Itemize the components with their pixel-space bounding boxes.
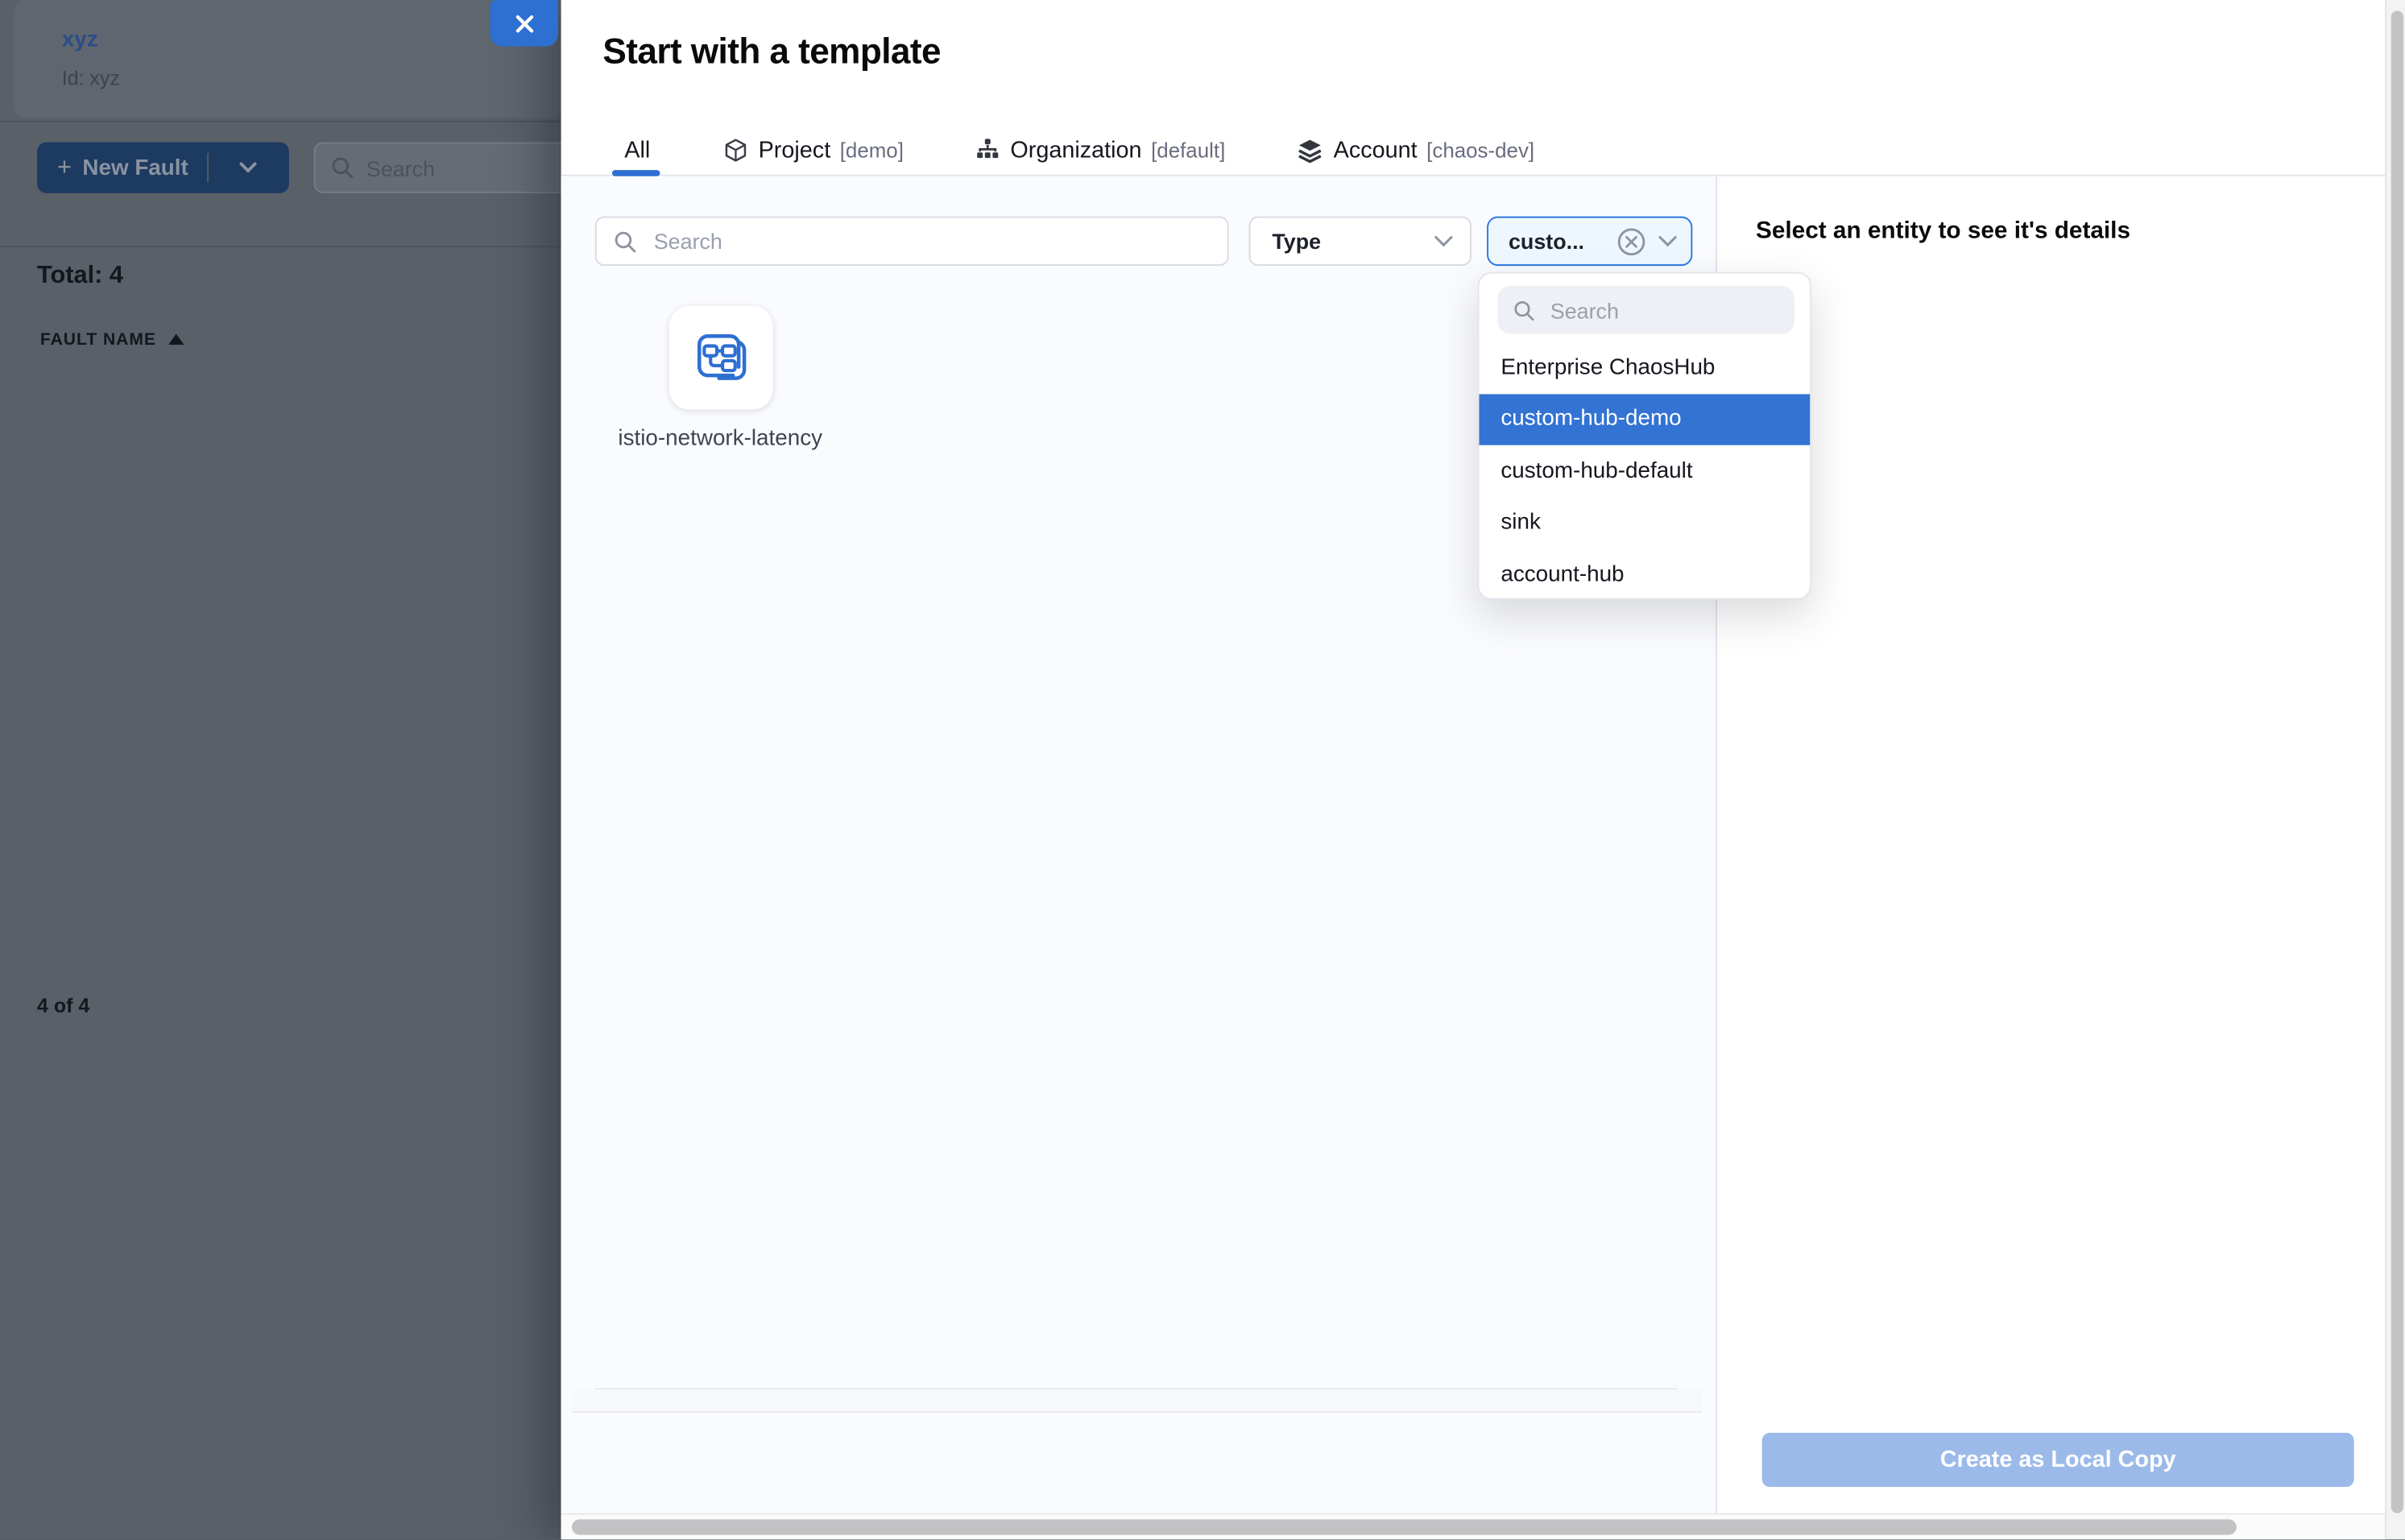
- dropdown-option[interactable]: custom-hub-default: [1480, 445, 1812, 497]
- dropdown-option-selected[interactable]: custom-hub-demo: [1480, 393, 1812, 445]
- start-with-template-modal: Start with a template All Project [demo]…: [561, 0, 2385, 1539]
- cube-icon: [722, 137, 747, 164]
- new-fault-button[interactable]: + New Fault: [37, 143, 289, 193]
- tab-label: Project: [759, 137, 831, 164]
- details-empty-message: Select an entity to see it's details: [1756, 218, 2130, 246]
- close-modal-button[interactable]: [490, 0, 557, 47]
- clear-filter-icon[interactable]: [1616, 226, 1645, 255]
- type-filter-label: Type: [1272, 229, 1321, 254]
- chaoshub-dropdown-menu: Enterprise ChaosHub custom-hub-demo cust…: [1478, 272, 1812, 600]
- scope-tabs: All Project [demo] Organization [default…: [624, 130, 1534, 170]
- fault-row[interactable]: xyz Id: xyz: [14, 0, 564, 118]
- layers-icon: [1297, 137, 1323, 164]
- new-fault-label: New Fault: [82, 155, 188, 180]
- org-hierarchy-icon: [975, 138, 1000, 163]
- search-icon: [614, 230, 637, 253]
- dropdown-options: Enterprise ChaosHub custom-hub-demo cust…: [1480, 342, 1812, 599]
- vertical-scrollbar-thumb[interactable]: [2391, 10, 2403, 1513]
- dropdown-option[interactable]: sink: [1480, 497, 1812, 549]
- tab-badge: [default]: [1151, 139, 1225, 162]
- button-divider: [207, 153, 209, 182]
- tab-account[interactable]: Account [chaos-dev]: [1297, 137, 1535, 164]
- dropdown-option[interactable]: Enterprise ChaosHub: [1480, 342, 1812, 393]
- create-local-copy-button[interactable]: Create as Local Copy: [1762, 1433, 2354, 1487]
- tab-badge: [chaos-dev]: [1426, 139, 1534, 162]
- search-icon: [331, 156, 354, 180]
- total-count: Total: 4: [37, 263, 123, 291]
- tab-project[interactable]: Project [demo]: [722, 137, 903, 164]
- tab-label: Account: [1334, 137, 1418, 164]
- template-search-field[interactable]: [595, 217, 1229, 266]
- chaoshub-filter-dropdown[interactable]: custo...: [1487, 217, 1692, 266]
- horizontal-scrollbar[interactable]: [561, 1513, 2385, 1540]
- horizontal-scrollbar-thumb[interactable]: [572, 1519, 2237, 1534]
- search-placeholder: Search: [366, 155, 435, 180]
- tab-label: Organization: [1010, 137, 1141, 164]
- chevron-down-icon: [1434, 235, 1453, 247]
- type-filter-dropdown[interactable]: Type: [1249, 217, 1472, 266]
- fault-name-column-header[interactable]: FAULT NAME: [40, 331, 184, 350]
- pagination-status: 4 of 4: [37, 994, 89, 1017]
- template-card[interactable]: [669, 306, 773, 410]
- grid-footer-strip: [572, 1389, 1702, 1413]
- app-viewport: Account: chaos-dev › Organization: defau…: [0, 0, 2405, 1539]
- chaoshub-filter-value: custo...: [1509, 229, 1616, 254]
- close-icon: [514, 13, 534, 33]
- tab-all[interactable]: All: [624, 137, 650, 164]
- tab-organization[interactable]: Organization [default]: [975, 137, 1225, 164]
- header-divider: [0, 121, 561, 122]
- template-search-input[interactable]: [651, 227, 1176, 255]
- template-name[interactable]: istio-network-latency: [612, 424, 829, 456]
- entity-details-panel: Select an entity to see it's details Cre…: [1717, 176, 2385, 1513]
- dropdown-search-input[interactable]: [1547, 296, 1764, 324]
- modal-title: Start with a template: [602, 31, 941, 72]
- dropdown-option[interactable]: account-hub: [1480, 549, 1812, 599]
- fault-name-link[interactable]: xyz: [62, 28, 98, 53]
- template-flow-icon: [690, 327, 752, 389]
- search-icon: [1513, 299, 1535, 321]
- chevron-down-icon: [1658, 235, 1677, 247]
- plus-icon: +: [57, 154, 72, 182]
- toolbar-divider: [0, 246, 561, 247]
- tab-badge: [demo]: [840, 139, 904, 162]
- vertical-scrollbar[interactable]: [2385, 0, 2405, 1539]
- chevron-down-icon[interactable]: [221, 162, 275, 172]
- fault-id-text: Id: xyz: [62, 67, 120, 90]
- fault-search-input[interactable]: Search: [314, 143, 577, 193]
- active-tab-indicator: [612, 170, 660, 176]
- sort-ascending-icon: [168, 334, 184, 345]
- dropdown-search-field[interactable]: [1498, 286, 1794, 333]
